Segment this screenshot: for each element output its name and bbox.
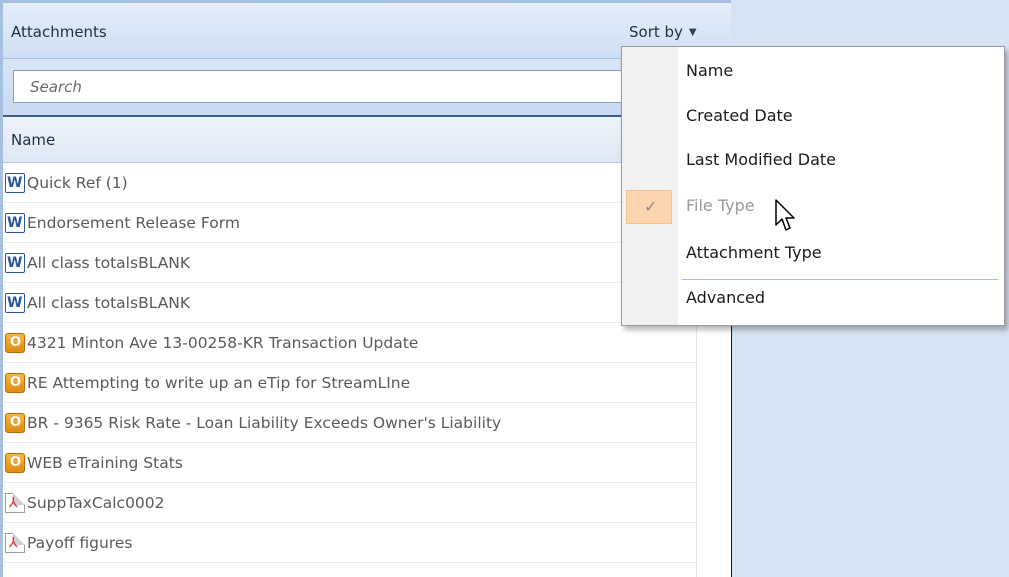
menu-item-label: Attachment Type (686, 243, 822, 262)
panel-title: Attachments (11, 23, 107, 41)
list-item-label: SuppTaxCalc0002 (27, 493, 165, 512)
menu-item-file-type[interactable]: ✓ File Type (622, 186, 1004, 228)
list-item[interactable]: Endorsement Release Form (3, 203, 696, 243)
attachment-list: Quick Ref (1) Endorsement Release Form A… (3, 163, 696, 563)
search-input[interactable] (13, 70, 721, 103)
list-item[interactable]: 4321 Minton Ave 13-00258-KR Transaction … (3, 323, 696, 363)
list-item-label: 4321 Minton Ave 13-00258-KR Transaction … (27, 333, 419, 352)
menu-item-attachment-type[interactable]: Attachment Type (622, 233, 1004, 275)
menu-item-advanced[interactable]: Advanced (622, 278, 1004, 320)
word-icon (5, 292, 25, 313)
list-item[interactable]: BR - 9365 Risk Rate - Loan Liability Exc… (3, 403, 696, 443)
list-item-label: Payoff figures (27, 533, 133, 552)
pdf-icon (5, 492, 25, 513)
list-item-label: WEB eTraining Stats (27, 453, 183, 472)
word-icon (5, 212, 25, 233)
menu-item-name[interactable]: Name (622, 51, 1004, 93)
menu-item-label: Advanced (686, 288, 766, 307)
menu-item-label: File Type (686, 196, 755, 215)
menu-item-label: Created Date (686, 106, 793, 125)
sort-by-menu: Name Created Date Last Modified Date ✓ F… (621, 46, 1005, 326)
list-item[interactable]: WEB eTraining Stats (3, 443, 696, 483)
list-item-label: All class totalsBLANK (27, 293, 191, 312)
outlook-icon (5, 452, 25, 473)
menu-item-created-date[interactable]: Created Date (622, 96, 1004, 138)
column-header-label: Name (11, 131, 56, 149)
list-item[interactable]: RE Attempting to write up an eTip for St… (3, 363, 696, 403)
list-item[interactable]: SuppTaxCalc0002 (3, 483, 696, 523)
list-item-label: Quick Ref (1) (27, 173, 128, 192)
mouse-pointer-icon (775, 199, 795, 231)
sort-by-button[interactable]: Sort by ▼ (629, 23, 697, 41)
menu-check-highlight: ✓ (626, 190, 672, 224)
word-icon (5, 172, 25, 193)
menu-item-last-modified-date[interactable]: Last Modified Date (622, 140, 1004, 182)
menu-item-label: Name (686, 61, 734, 80)
pdf-icon (5, 532, 25, 553)
caret-down-icon: ▼ (688, 27, 697, 38)
list-item[interactable]: All class totalsBLANK (3, 283, 696, 323)
check-icon: ✓ (644, 197, 658, 216)
list-item-label: Endorsement Release Form (27, 213, 240, 232)
menu-item-label: Last Modified Date (686, 150, 837, 169)
list-item-label: BR - 9365 Risk Rate - Loan Liability Exc… (27, 413, 502, 432)
outlook-icon (5, 412, 25, 433)
word-icon (5, 252, 25, 273)
outlook-icon (5, 332, 25, 353)
list-item[interactable]: Quick Ref (1) (3, 163, 696, 203)
list-item[interactable]: Payoff figures (3, 523, 696, 563)
outlook-icon (5, 372, 25, 393)
sort-by-label: Sort by (629, 23, 683, 41)
list-item-label: All class totalsBLANK (27, 253, 191, 272)
list-item[interactable]: All class totalsBLANK (3, 243, 696, 283)
list-item-label: RE Attempting to write up an eTip for St… (27, 373, 411, 392)
